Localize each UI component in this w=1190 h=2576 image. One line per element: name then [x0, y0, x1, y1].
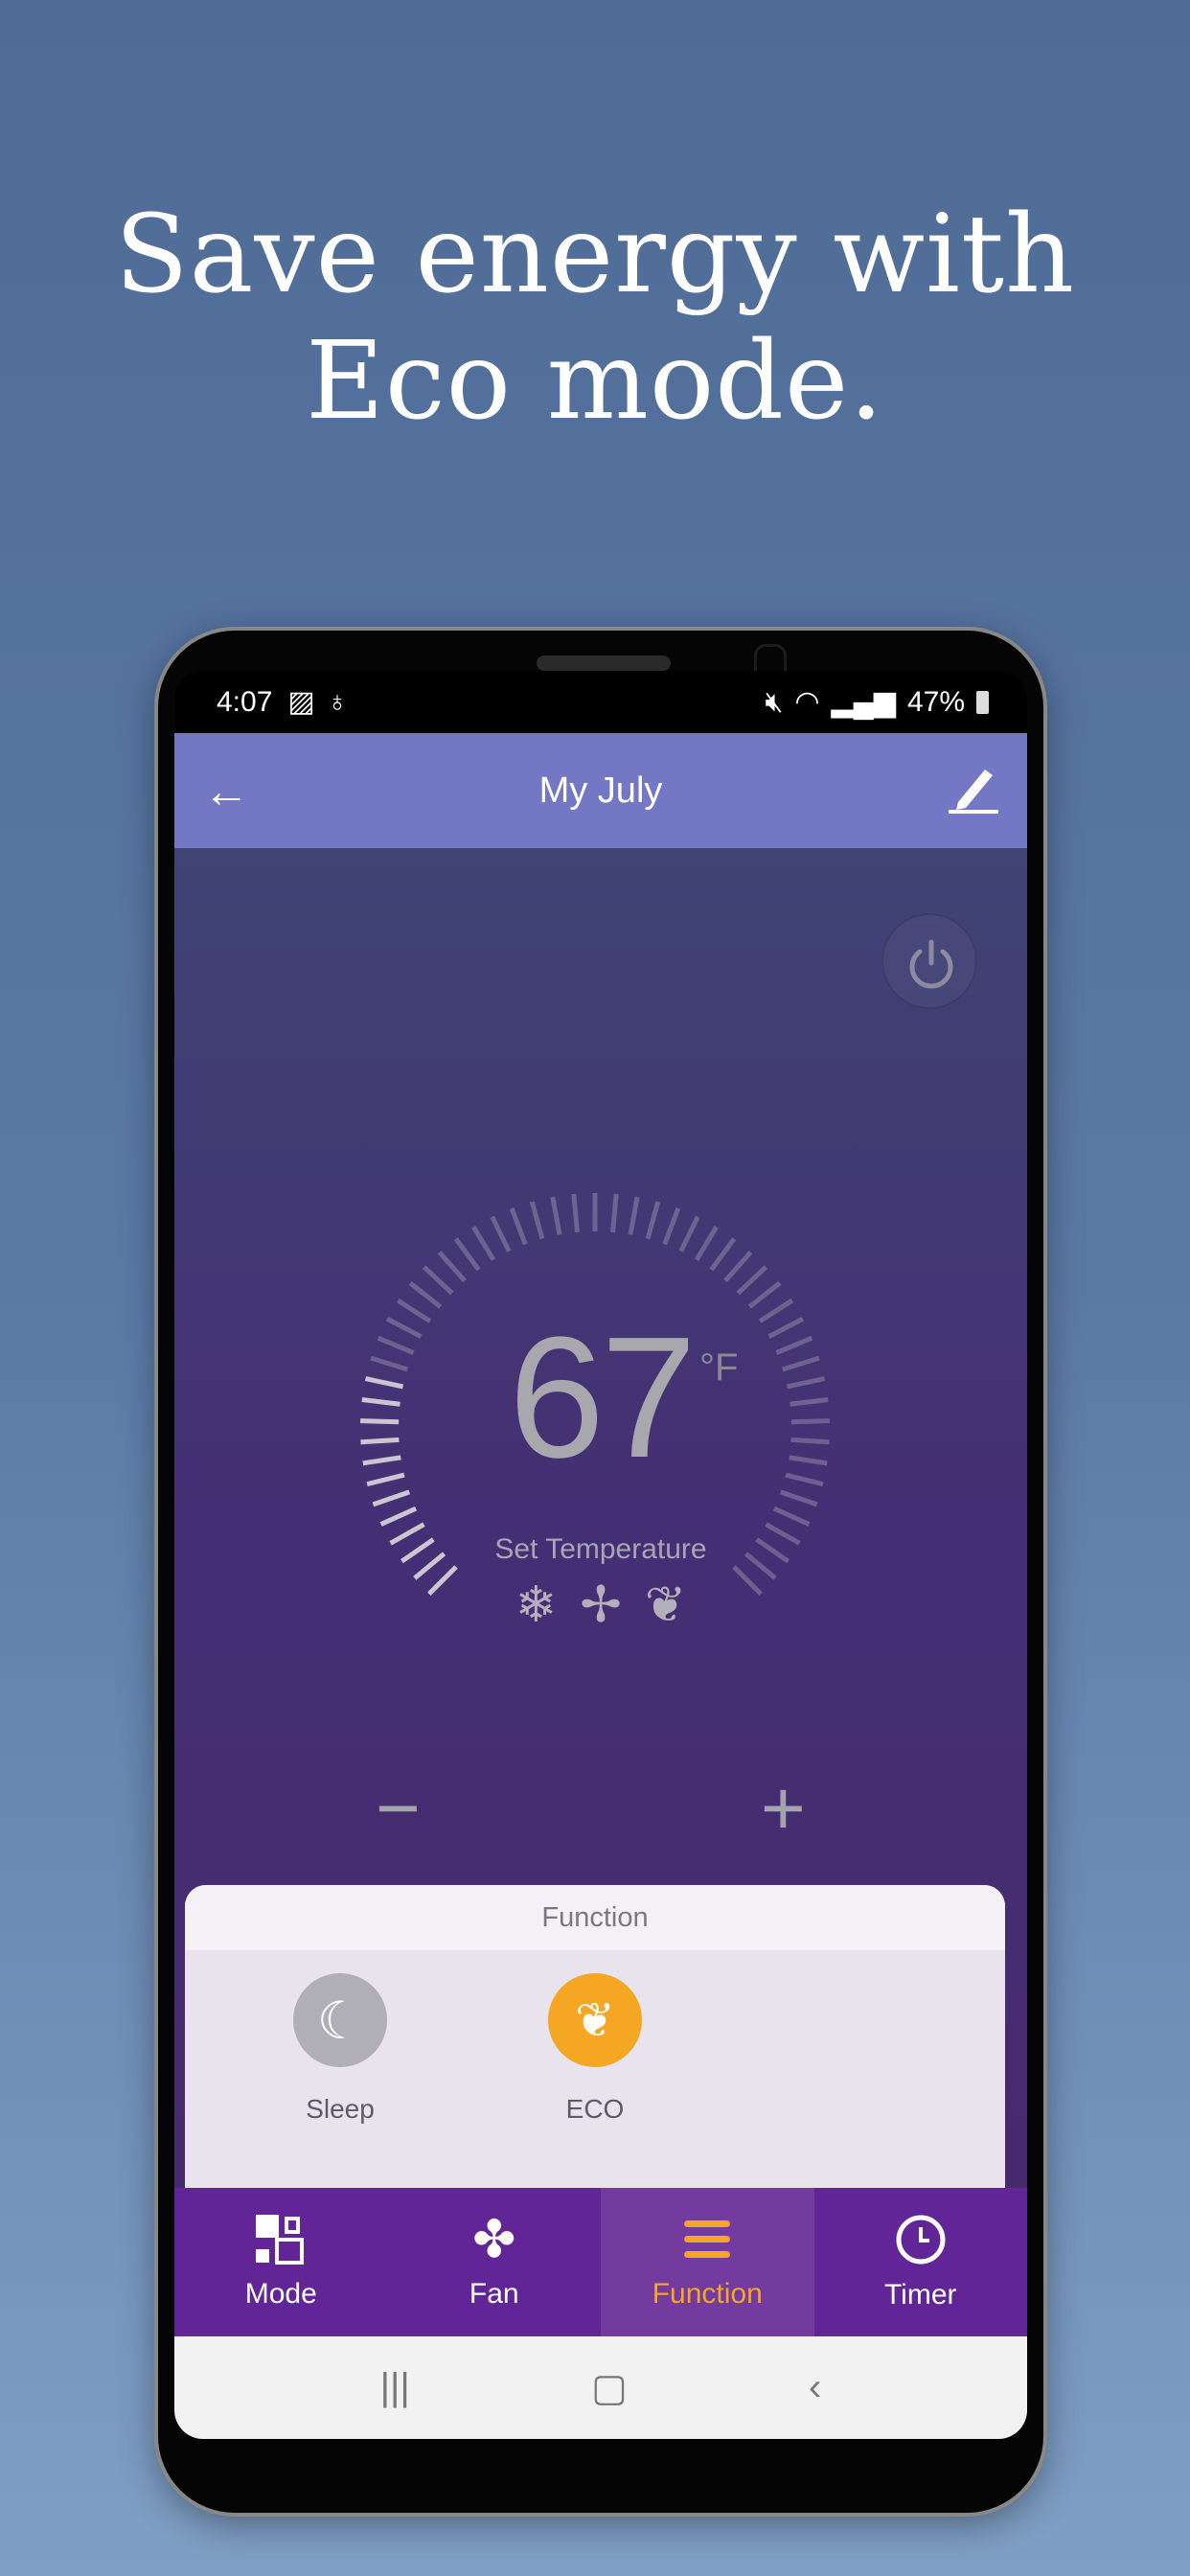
app-bar: ← My July: [174, 733, 1027, 848]
dial-tick: [490, 1215, 512, 1253]
image-icon: ▨: [287, 686, 315, 718]
snowflake-icon: ❄: [515, 1577, 558, 1633]
phone-frame: 4:07 ▨ ♁ 🔇︎ ◠ ▂▄▆ 47% ← My July 67 °F Se…: [158, 631, 1043, 2513]
wifi-icon: ◠: [794, 686, 820, 718]
phone-screen: 4:07 ▨ ♁ 🔇︎ ◠ ▂▄▆ 47% ← My July 67 °F Se…: [174, 671, 1027, 2439]
mode-indicators: ❄ ✢ ❦: [174, 1576, 1027, 1634]
dial-tick: [723, 1250, 753, 1283]
decrease-temperature-button[interactable]: −: [376, 1770, 421, 1847]
fan-icon: ✤: [472, 2210, 516, 2268]
dial-tick: [379, 1506, 418, 1527]
headline-line-1: Save energy with: [114, 193, 1076, 317]
mode-icon: [256, 2214, 305, 2265]
dial-tick: [645, 1201, 661, 1240]
dial-tick: [509, 1208, 528, 1246]
home-icon[interactable]: ▢: [591, 2366, 628, 2410]
arrow-left-icon[interactable]: ←: [203, 766, 249, 818]
tab-timer-label: Timer: [883, 2278, 957, 2311]
dial-tick: [471, 1226, 496, 1261]
tab-mode-label: Mode: [244, 2277, 317, 2310]
increase-temperature-button[interactable]: +: [761, 1770, 806, 1847]
sleep-label: Sleep: [306, 2094, 375, 2124]
pencil-icon[interactable]: [949, 762, 998, 816]
temperature-unit: °F: [699, 1346, 739, 1389]
sleep-function-button[interactable]: ☾ Sleep: [273, 1973, 407, 2125]
recent-apps-icon[interactable]: |||: [380, 2366, 410, 2409]
dial-tick: [453, 1237, 481, 1272]
temperature-value: 67: [508, 1301, 697, 1494]
dial-tick: [437, 1250, 467, 1283]
fan-icon: ✢: [580, 1577, 622, 1633]
signal-icon: ▂▄▆: [831, 686, 896, 718]
eco-label: ECO: [565, 2094, 625, 2124]
mute-icon: 🔇︎: [765, 685, 784, 718]
tab-function[interactable]: Function: [601, 2188, 814, 2336]
bottom-tab-bar: Mode ✤ Fan Function Timer: [174, 2188, 1027, 2336]
tab-fan-label: Fan: [469, 2277, 519, 2310]
speaker: [537, 656, 671, 671]
leaf-icon: ❦: [548, 1973, 642, 2067]
page-title: My July: [538, 770, 663, 811]
dial-tick: [662, 1208, 681, 1246]
status-bar: 4:07 ▨ ♁ 🔇︎ ◠ ▂▄▆ 47%: [174, 671, 1027, 733]
clock-icon: [896, 2215, 946, 2264]
leaf-icon: ❦: [644, 1577, 687, 1633]
dial-tick: [628, 1196, 640, 1235]
tab-fan[interactable]: ✤ Fan: [388, 2188, 602, 2336]
android-nav-bar: ||| ▢ ‹: [174, 2336, 1027, 2439]
dial-tick: [736, 1265, 768, 1296]
status-time: 4:07: [217, 685, 273, 718]
function-sheet-title: Function: [185, 1885, 1005, 1950]
tab-mode[interactable]: Mode: [174, 2188, 388, 2336]
battery-icon: [976, 690, 989, 714]
tab-timer[interactable]: Timer: [814, 2188, 1028, 2336]
notification-icon: ♁: [326, 685, 349, 718]
moon-icon: ☾: [293, 1973, 387, 2067]
headline: Save energy with Eco mode.: [0, 192, 1190, 445]
tab-function-label: Function: [652, 2277, 763, 2310]
dial-tick: [709, 1237, 737, 1272]
dial-tick: [772, 1506, 811, 1527]
headline-line-2: Eco mode.: [306, 319, 884, 444]
dial-tick: [550, 1196, 562, 1235]
eco-function-button[interactable]: ❦ ECO: [528, 1973, 662, 2125]
menu-icon: [684, 2220, 731, 2258]
set-temperature-label: Set Temperature: [494, 1533, 707, 1565]
dial-tick: [571, 1193, 580, 1233]
dial-tick: [694, 1226, 719, 1261]
dial-tick: [610, 1193, 619, 1233]
dial-tick: [678, 1215, 700, 1253]
dial-tick: [529, 1201, 545, 1240]
function-sheet: Function ☾ Sleep ❦ ECO: [185, 1885, 1005, 2188]
battery-level: 47%: [906, 685, 965, 718]
dial-tick: [422, 1265, 454, 1296]
back-nav-icon[interactable]: ‹: [809, 2366, 821, 2409]
